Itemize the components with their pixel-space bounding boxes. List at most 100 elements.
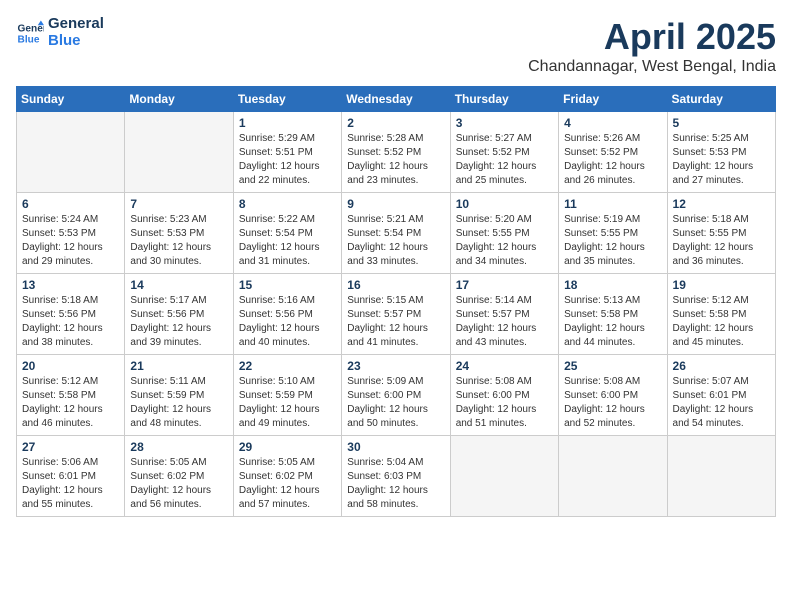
calendar-week-row: 20Sunrise: 5:12 AMSunset: 5:58 PMDayligh… [17,355,776,436]
calendar-cell: 9 Sunrise: 5:21 AMSunset: 5:54 PMDaylight… [342,193,450,274]
day-info: Sunrise: 5:08 AMSunset: 6:00 PMDaylight:… [456,375,553,431]
day-info: Sunrise: 5:12 AMSunset: 5:58 PMDaylight:… [673,294,770,350]
day-number: 22 [239,359,336,373]
day-info: Sunrise: 5:08 AMSunset: 6:00 PMDaylight:… [564,375,661,431]
day-info: Sunrise: 5:14 AMSunset: 5:57 PMDaylight:… [456,294,553,350]
calendar-cell: 6 Sunrise: 5:24 AMSunset: 5:53 PMDaylight… [17,193,125,274]
day-number: 15 [239,278,336,292]
day-number: 5 [673,116,770,130]
calendar-cell: 15 Sunrise: 5:16 AMSunset: 5:56 PMDayligh… [233,274,341,355]
day-number: 25 [564,359,661,373]
day-number: 13 [22,278,119,292]
day-info: Sunrise: 5:25 AMSunset: 5:53 PMDaylight:… [673,132,770,188]
weekday-header: Monday [125,87,233,112]
day-number: 10 [456,197,553,211]
day-number: 18 [564,278,661,292]
weekday-header: Saturday [667,87,775,112]
calendar-cell: 1 Sunrise: 5:29 AMSunset: 5:51 PMDaylight… [233,112,341,193]
day-info: Sunrise: 5:20 AMSunset: 5:55 PMDaylight:… [456,213,553,269]
title-area: April 2025 Chandannagar, West Bengal, In… [528,16,776,76]
calendar-cell: 28 Sunrise: 5:05 AMSunset: 6:02 PMDayligh… [125,436,233,517]
calendar-cell [559,436,667,517]
day-info: Sunrise: 5:12 AMSunset: 5:58 PMDaylight:… [22,375,119,431]
day-info: Sunrise: 5:07 AMSunset: 6:01 PMDaylight:… [673,375,770,431]
day-number: 21 [130,359,227,373]
calendar-cell: 27 Sunrise: 5:06 AMSunset: 6:01 PMDayligh… [17,436,125,517]
calendar-cell [17,112,125,193]
day-number: 12 [673,197,770,211]
logo-icon: General Blue [16,19,44,47]
calendar-cell: 3 Sunrise: 5:27 AMSunset: 5:52 PMDaylight… [450,112,558,193]
day-number: 24 [456,359,553,373]
calendar-cell: 29Sunrise: 5:05 AMSunset: 6:02 PMDayligh… [233,436,341,517]
weekday-header: Wednesday [342,87,450,112]
day-number: 27 [22,440,119,454]
calendar-cell: 18Sunrise: 5:13 AMSunset: 5:58 PMDayligh… [559,274,667,355]
logo-line2: Blue [48,33,104,50]
calendar-week-row: 27 Sunrise: 5:06 AMSunset: 6:01 PMDayligh… [17,436,776,517]
day-number: 11 [564,197,661,211]
day-number: 30 [347,440,444,454]
day-info: Sunrise: 5:18 AMSunset: 5:55 PMDaylight:… [673,213,770,269]
day-info: Sunrise: 5:19 AMSunset: 5:55 PMDaylight:… [564,213,661,269]
day-number: 9 [347,197,444,211]
day-number: 26 [673,359,770,373]
calendar-cell: 5 Sunrise: 5:25 AMSunset: 5:53 PMDaylight… [667,112,775,193]
calendar-cell: 13Sunrise: 5:18 AMSunset: 5:56 PMDayligh… [17,274,125,355]
calendar-cell: 8Sunrise: 5:22 AMSunset: 5:54 PMDaylight… [233,193,341,274]
day-number: 1 [239,116,336,130]
day-info: Sunrise: 5:21 AMSunset: 5:54 PMDaylight:… [347,213,444,269]
calendar-cell: 30 Sunrise: 5:04 AMSunset: 6:03 PMDayligh… [342,436,450,517]
day-info: Sunrise: 5:06 AMSunset: 6:01 PMDaylight:… [22,456,119,512]
calendar-cell: 25 Sunrise: 5:08 AMSunset: 6:00 PMDayligh… [559,355,667,436]
calendar-cell [125,112,233,193]
day-info: Sunrise: 5:27 AMSunset: 5:52 PMDaylight:… [456,132,553,188]
calendar-cell: 2Sunrise: 5:28 AMSunset: 5:52 PMDaylight… [342,112,450,193]
day-info: Sunrise: 5:05 AMSunset: 6:02 PMDaylight:… [130,456,227,512]
calendar-cell: 24 Sunrise: 5:08 AMSunset: 6:00 PMDayligh… [450,355,558,436]
day-info: Sunrise: 5:24 AMSunset: 5:53 PMDaylight:… [22,213,119,269]
location-title: Chandannagar, West Bengal, India [528,58,776,76]
day-number: 23 [347,359,444,373]
day-number: 19 [673,278,770,292]
calendar-cell: 26 Sunrise: 5:07 AMSunset: 6:01 PMDayligh… [667,355,775,436]
day-info: Sunrise: 5:16 AMSunset: 5:56 PMDaylight:… [239,294,336,350]
day-number: 3 [456,116,553,130]
day-number: 16 [347,278,444,292]
calendar-cell: 17 Sunrise: 5:14 AMSunset: 5:57 PMDayligh… [450,274,558,355]
calendar-week-row: 6 Sunrise: 5:24 AMSunset: 5:53 PMDaylight… [17,193,776,274]
calendar-cell: 11 Sunrise: 5:19 AMSunset: 5:55 PMDayligh… [559,193,667,274]
day-info: Sunrise: 5:22 AMSunset: 5:54 PMDaylight:… [239,213,336,269]
day-info: Sunrise: 5:04 AMSunset: 6:03 PMDaylight:… [347,456,444,512]
calendar-cell: 19 Sunrise: 5:12 AMSunset: 5:58 PMDayligh… [667,274,775,355]
weekday-header: Tuesday [233,87,341,112]
day-number: 2 [347,116,444,130]
weekday-header: Friday [559,87,667,112]
day-info: Sunrise: 5:15 AMSunset: 5:57 PMDaylight:… [347,294,444,350]
calendar-cell: 20Sunrise: 5:12 AMSunset: 5:58 PMDayligh… [17,355,125,436]
day-info: Sunrise: 5:29 AMSunset: 5:51 PMDaylight:… [239,132,336,188]
day-number: 17 [456,278,553,292]
svg-text:Blue: Blue [18,34,40,45]
day-info: Sunrise: 5:10 AMSunset: 5:59 PMDaylight:… [239,375,336,431]
day-info: Sunrise: 5:17 AMSunset: 5:56 PMDaylight:… [130,294,227,350]
day-number: 28 [130,440,227,454]
calendar-cell: 22 Sunrise: 5:10 AMSunset: 5:59 PMDayligh… [233,355,341,436]
day-number: 4 [564,116,661,130]
calendar-cell: 21 Sunrise: 5:11 AMSunset: 5:59 PMDayligh… [125,355,233,436]
calendar-week-row: 1 Sunrise: 5:29 AMSunset: 5:51 PMDaylight… [17,112,776,193]
day-info: Sunrise: 5:09 AMSunset: 6:00 PMDaylight:… [347,375,444,431]
logo-line1: General [48,16,104,33]
logo: General Blue General Blue [16,16,104,49]
calendar-week-row: 13Sunrise: 5:18 AMSunset: 5:56 PMDayligh… [17,274,776,355]
day-number: 6 [22,197,119,211]
day-number: 7 [130,197,227,211]
calendar-cell [450,436,558,517]
calendar-cell: 7 Sunrise: 5:23 AMSunset: 5:53 PMDaylight… [125,193,233,274]
calendar-table: SundayMondayTuesdayWednesdayThursdayFrid… [16,86,776,517]
calendar-cell: 10 Sunrise: 5:20 AMSunset: 5:55 PMDayligh… [450,193,558,274]
day-info: Sunrise: 5:23 AMSunset: 5:53 PMDaylight:… [130,213,227,269]
day-info: Sunrise: 5:05 AMSunset: 6:02 PMDaylight:… [239,456,336,512]
calendar-cell: 16 Sunrise: 5:15 AMSunset: 5:57 PMDayligh… [342,274,450,355]
day-info: Sunrise: 5:11 AMSunset: 5:59 PMDaylight:… [130,375,227,431]
